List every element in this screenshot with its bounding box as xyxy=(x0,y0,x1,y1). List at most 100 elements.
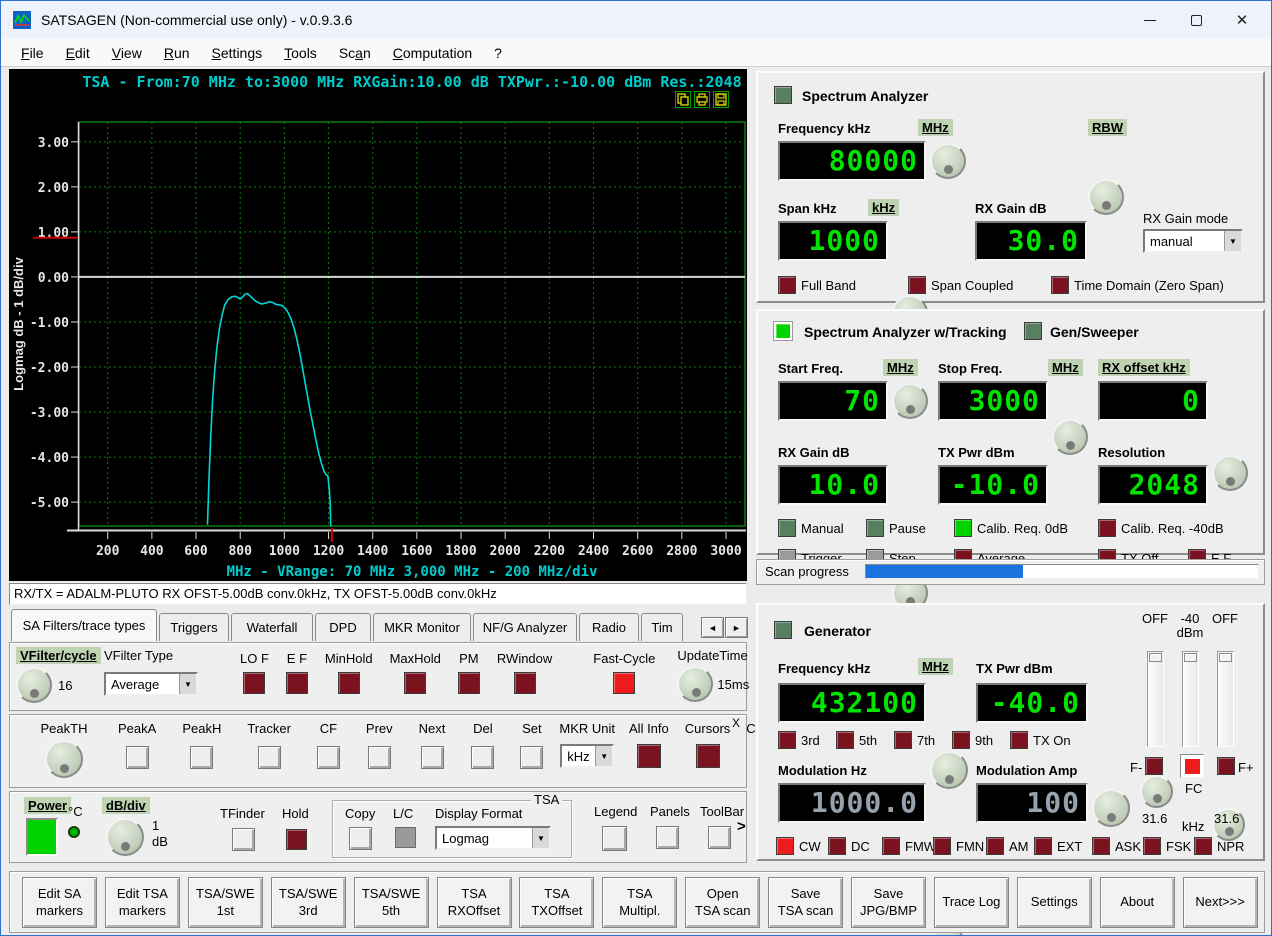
tab-scroll-right-button[interactable]: ► xyxy=(725,617,748,638)
open-tsa-scan-button[interactable]: OpenTSA scan xyxy=(685,877,760,928)
menu-scan[interactable]: Scan xyxy=(329,42,381,64)
dbdiv-knob[interactable] xyxy=(106,818,144,856)
sa-frequency-display[interactable]: 80000 xyxy=(778,141,926,181)
save-jpg-bmp-button[interactable]: SaveJPG/BMP xyxy=(851,877,926,928)
gen-level-slider-1[interactable] xyxy=(1147,651,1164,747)
f-minus-knob[interactable] xyxy=(1140,775,1173,808)
time-domain-zero-span-led[interactable] xyxy=(1051,276,1069,294)
menu-view[interactable]: View xyxy=(102,42,152,64)
tsa-rx-offset-display[interactable]: 0 xyxy=(1098,381,1208,421)
sa-rbw-knob[interactable] xyxy=(1088,179,1124,215)
fc-button[interactable] xyxy=(1180,754,1204,778)
next-button[interactable] xyxy=(421,746,444,769)
menu-edit[interactable]: Edit xyxy=(56,42,100,64)
manual-led[interactable] xyxy=(778,519,796,537)
tsa-start-knob[interactable] xyxy=(892,383,928,419)
more-arrow-button[interactable]: > xyxy=(737,818,746,835)
sa-rbw-label[interactable]: RBW xyxy=(1088,119,1127,136)
calib-req-40db-led[interactable] xyxy=(1098,519,1116,537)
about-button[interactable]: About xyxy=(1100,877,1175,928)
fmn-led[interactable] xyxy=(933,837,951,855)
slider-handle[interactable] xyxy=(1184,653,1197,662)
edit-sa-markers-button[interactable]: Edit SAmarkers xyxy=(22,877,97,928)
ask-led[interactable] xyxy=(1092,837,1110,855)
tsa-stop-knob[interactable] xyxy=(1052,419,1088,455)
tab-dpd[interactable]: DPD xyxy=(315,613,371,641)
tsa-start-display[interactable]: 70 xyxy=(778,381,888,421)
pause-led[interactable] xyxy=(866,519,884,537)
cursors-led[interactable] xyxy=(696,744,720,768)
sa-span-display[interactable]: 1000 xyxy=(778,221,888,261)
fsk-led[interactable] xyxy=(1143,837,1161,855)
gen-level-slider-2[interactable] xyxy=(1182,651,1199,747)
slider-handle[interactable] xyxy=(1149,653,1162,662)
tab-nf-g-analyzer[interactable]: NF/G Analyzer xyxy=(473,613,577,641)
tsa-stop-unit-button[interactable]: MHz xyxy=(1048,359,1083,376)
tab-waterfall[interactable]: Waterfall xyxy=(231,613,313,641)
cf-button[interactable] xyxy=(317,746,340,769)
dc-led[interactable] xyxy=(828,837,846,855)
tab-tim[interactable]: Tim xyxy=(641,613,683,641)
toolbar-button[interactable] xyxy=(708,826,731,849)
ext-led[interactable] xyxy=(1034,837,1052,855)
tfinder-button[interactable] xyxy=(232,828,255,851)
npr-led[interactable] xyxy=(1194,837,1212,855)
gen-frequency-display[interactable]: 432100 xyxy=(778,683,926,723)
7th-led[interactable] xyxy=(894,731,912,749)
power-button[interactable] xyxy=(26,818,58,856)
minimize-button[interactable] xyxy=(1127,1,1173,39)
maxhold-led[interactable] xyxy=(404,672,426,694)
tsa-rxoffset-button[interactable]: TSARXOffset xyxy=(437,877,512,928)
full-band-led[interactable] xyxy=(778,276,796,294)
minhold-led[interactable] xyxy=(338,672,360,694)
tsa-swe-3rd-button[interactable]: TSA/SWE3rd xyxy=(271,877,346,928)
5th-led[interactable] xyxy=(836,731,854,749)
rwindow-led[interactable] xyxy=(514,672,536,694)
sa-frequency-unit-button[interactable]: MHz xyxy=(918,119,953,136)
spectrum-plot[interactable]: 3.002.001.000.00-1.00-2.00-3.00-4.00-5.0… xyxy=(9,69,747,581)
tsa-start-unit-button[interactable]: MHz xyxy=(883,359,918,376)
peaka-button[interactable] xyxy=(126,746,149,769)
sa-frequency-knob[interactable] xyxy=(930,143,966,179)
tsa-rx-offset-label[interactable]: RX offset kHz xyxy=(1098,359,1190,376)
menu-file[interactable]: File xyxy=(11,42,54,64)
modulation-hz-display[interactable]: 1000.0 xyxy=(778,783,926,823)
trace-log-button[interactable]: Trace Log xyxy=(934,877,1009,928)
gen-frequency-knob[interactable] xyxy=(930,751,968,789)
peakth-knob[interactable] xyxy=(45,740,83,778)
span-coupled-led[interactable] xyxy=(908,276,926,294)
fmw-led[interactable] xyxy=(882,837,900,855)
gen-sweeper-led[interactable] xyxy=(1024,322,1042,340)
f-plus-led[interactable] xyxy=(1217,757,1235,775)
cw-led[interactable] xyxy=(776,837,794,855)
gen-tx-pwr-knob[interactable] xyxy=(1092,789,1130,827)
settings-button[interactable]: Settings xyxy=(1017,877,1092,928)
menu-settings[interactable]: Settings xyxy=(202,42,273,64)
fast-cycle-led[interactable] xyxy=(613,672,635,694)
gen-frequency-unit-button[interactable]: MHz xyxy=(918,658,953,675)
tsa-rx-offset-knob[interactable] xyxy=(1212,455,1248,491)
tsa-txoffset-button[interactable]: TSATXOffset xyxy=(519,877,594,928)
calib-req-0db-led[interactable] xyxy=(954,519,972,537)
tab-sa-filters-trace-types[interactable]: SA Filters/trace types xyxy=(11,609,157,641)
am-led[interactable] xyxy=(986,837,1004,855)
tsa-tx-pwr-display[interactable]: -10.0 xyxy=(938,465,1048,505)
tsa-rx-gain-display[interactable]: 10.0 xyxy=(778,465,888,505)
set-button[interactable] xyxy=(520,746,543,769)
print-icon[interactable] xyxy=(694,91,710,108)
next-button[interactable]: Next>>> xyxy=(1183,877,1258,928)
modulation-amp-display[interactable]: 100 xyxy=(976,783,1088,823)
tsa-swe-5th-button[interactable]: TSA/SWE5th xyxy=(354,877,429,928)
generator-enable-led[interactable] xyxy=(774,621,792,639)
maximize-button[interactable] xyxy=(1173,1,1219,39)
gen-tx-pwr-display[interactable]: -40.0 xyxy=(976,683,1088,723)
close-button[interactable]: ✕ xyxy=(1219,1,1265,39)
legend-button[interactable] xyxy=(602,826,627,851)
tsa-swe-1st-button[interactable]: TSA/SWE1st xyxy=(188,877,263,928)
copy-button[interactable] xyxy=(349,827,372,850)
markers-close-button[interactable]: X xyxy=(732,716,740,730)
3rd-led[interactable] xyxy=(778,731,796,749)
tab-mkr-monitor[interactable]: MKR Monitor xyxy=(373,613,471,641)
tab-scroll-left-button[interactable]: ◄ xyxy=(701,617,724,638)
9th-led[interactable] xyxy=(952,731,970,749)
